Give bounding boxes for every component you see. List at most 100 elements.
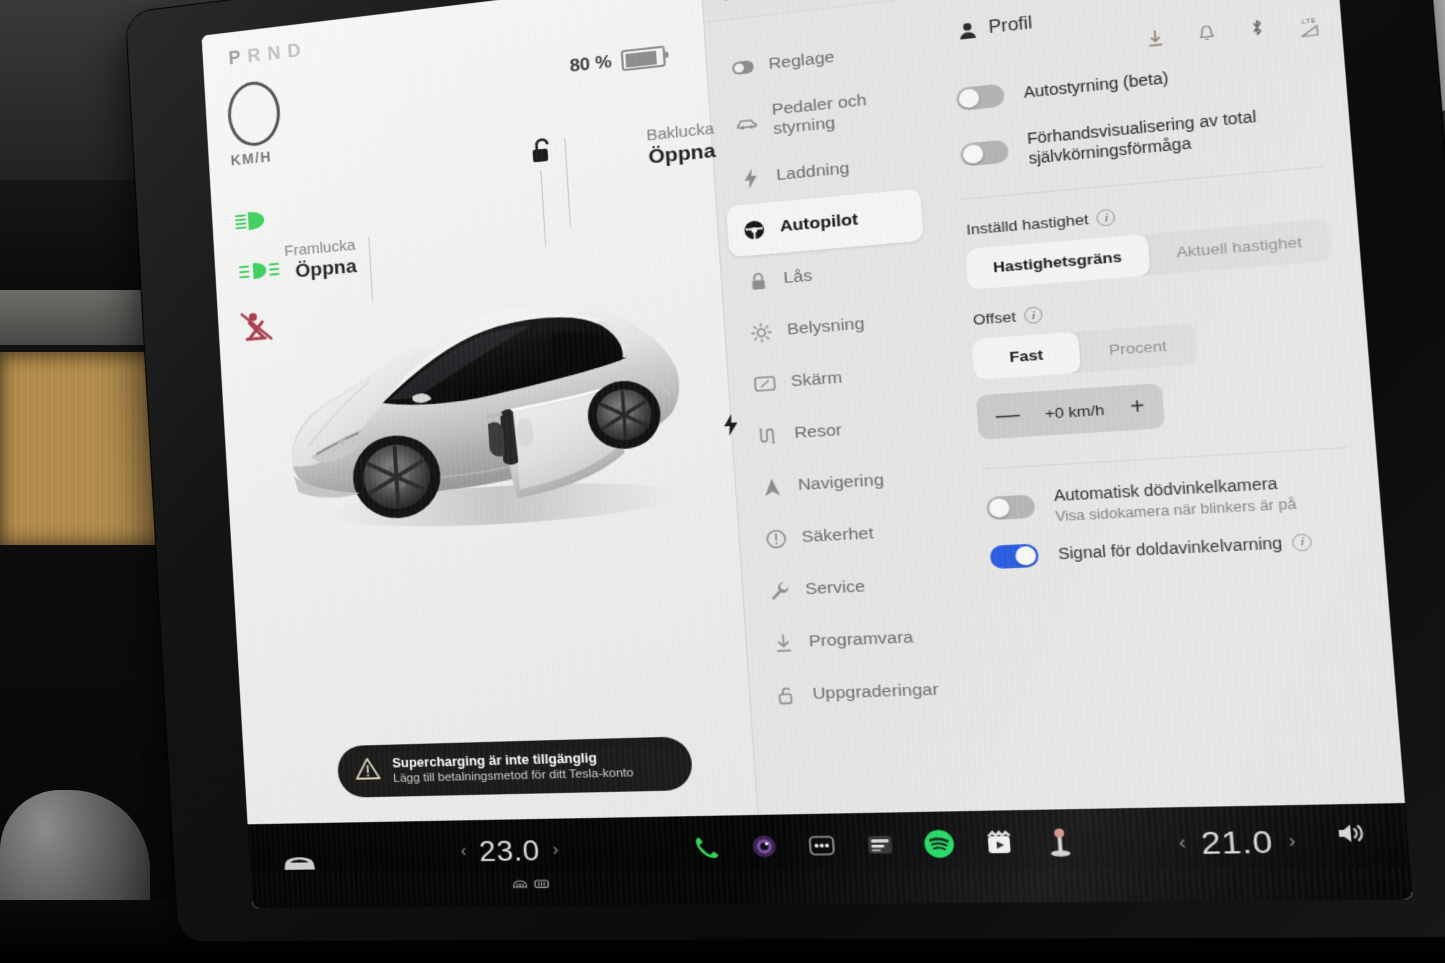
unlocked-padlock-icon[interactable] (722, 0, 739, 8)
steering-wheel-icon (743, 218, 766, 240)
front-defrost-icon[interactable] (512, 876, 529, 895)
sidebar-label: Lås (782, 266, 813, 288)
sidebar-label: Resor (793, 421, 843, 443)
offset-heading-row: Offset i (972, 284, 1335, 329)
center-touchscreen: PRND KM/H 80 % Framlucka Öppna Baklucka … (125, 0, 1445, 942)
speed-limit-option[interactable]: Hastighetsgräns (965, 234, 1151, 291)
set-speed-heading: Inställd hastighet (965, 211, 1090, 239)
sidebar-label: Laddning (775, 159, 851, 185)
temp-right-increase[interactable]: › (1288, 832, 1297, 853)
vehicle-visualization: Framlucka Öppna Baklucka Öppna (214, 120, 747, 673)
unlock-shop-icon (775, 685, 798, 706)
phone-icon[interactable] (692, 833, 723, 862)
section-divider-2 (981, 447, 1348, 470)
offset-fixed-option[interactable]: Fast (971, 331, 1082, 381)
temp-right-decrease[interactable]: ‹ (1178, 833, 1186, 854)
wrench-icon (768, 580, 791, 602)
media-radio-icon[interactable] (864, 830, 897, 859)
gear-p: P (228, 46, 249, 69)
sidebar-label: Navigering (797, 470, 885, 495)
bell-icon[interactable] (1198, 24, 1216, 48)
battery-percent-label: 80 % (568, 51, 613, 76)
supercharging-banner[interactable]: Supercharging är inte tillgänglig Lägg t… (336, 736, 694, 798)
driver-temperature-control[interactable]: ‹ 23.0 › (460, 834, 562, 897)
sidebar-label: Uppgraderingar (811, 680, 940, 704)
blindspot-camera-toggle[interactable] (985, 494, 1036, 521)
download-icon (772, 632, 795, 653)
offset-increase-button[interactable]: + (1129, 394, 1145, 421)
display-icon (754, 373, 777, 395)
volume-icon[interactable] (1335, 820, 1372, 852)
gear-rnd: RND (246, 39, 309, 67)
offset-segmented-control: Fast Procent (971, 323, 1199, 381)
warning-triangle-icon (353, 756, 382, 787)
toggle-icon (732, 56, 755, 78)
fsd-preview-label: Förhandsvisualisering av total självkörn… (1026, 107, 1258, 168)
sidebar-item-service[interactable]: Service (751, 557, 951, 618)
sun-icon (750, 321, 773, 343)
unlocked-padlock-icon (530, 136, 561, 248)
sidebar-item-sakerhet[interactable]: Säkerhet (747, 504, 947, 566)
route-icon (757, 424, 780, 446)
current-speed-option[interactable]: Aktuell hastighet (1147, 219, 1332, 276)
sidebar-label: Säkerhet (800, 524, 875, 547)
settings-panel: 23:40 19°C Profil (700, 0, 1405, 815)
download-icon[interactable] (1147, 30, 1165, 54)
blindspot-camera-toggle-row: Automatisk dödvinkelkamera Visa sidokame… (985, 469, 1352, 527)
temp-left-decrease[interactable]: ‹ (460, 842, 467, 861)
autosteer-label: Autostyrning (beta) (1022, 69, 1170, 102)
passenger-temperature-control[interactable]: ‹ 21.0 › (1178, 824, 1297, 863)
car-front-icon[interactable] (280, 852, 320, 878)
vehicle-render (284, 294, 686, 534)
sidebar-label: Pedaler och styrning (771, 91, 868, 139)
battery-icon (620, 45, 667, 72)
blindspot-warning-toggle[interactable] (989, 542, 1040, 569)
offset-value: +0 km/h (1044, 401, 1105, 422)
sidebar-label: Reglage (767, 48, 836, 74)
padlock-icon (747, 270, 770, 292)
offset-heading: Offset (972, 308, 1017, 329)
info-icon[interactable]: i (1096, 208, 1117, 228)
theater-video-icon[interactable] (982, 828, 1016, 858)
autosteer-toggle-row: Autostyrning (beta) (955, 51, 1317, 112)
screen-surface: PRND KM/H 80 % Framlucka Öppna Baklucka … (201, 0, 1413, 909)
bolt-icon (739, 167, 762, 189)
toybox-joystick-icon[interactable] (1043, 827, 1077, 857)
autosteer-toggle[interactable] (955, 83, 1006, 112)
rear-defrost-icon[interactable] (533, 876, 550, 895)
sidebar-item-uppgraderingar[interactable]: Uppgraderingar (758, 663, 959, 722)
sidebar-item-programvara[interactable]: Programvara (754, 610, 954, 670)
sidebar-label: Skärm (790, 368, 843, 391)
camera-icon[interactable] (749, 832, 781, 861)
blindspot-warning-toggle-row: Signal för doldavinkelvarning i (989, 527, 1355, 569)
passenger-temperature-value: 21.0 (1199, 824, 1275, 861)
trunk-callout[interactable]: Baklucka Öppna (564, 120, 716, 227)
lte-signal-icon[interactable]: LTE (1300, 18, 1319, 38)
info-icon[interactable]: i (1023, 306, 1044, 325)
clock-label[interactable]: 23:40 (761, 0, 808, 1)
sidebar-label: Programvara (808, 628, 914, 651)
battery-status: 80 % (568, 45, 667, 77)
autopilot-settings-content: PASSENGER AIRBAG Profil (916, 0, 1405, 811)
car-side-icon (736, 112, 759, 134)
sidebar-label: Belysning (786, 314, 866, 339)
person-icon (960, 22, 977, 40)
fsd-preview-toggle-row: Förhandsvisualisering av total självkörn… (959, 100, 1322, 175)
speed-readout-ring (226, 78, 282, 149)
offset-decrease-button[interactable]: — (995, 403, 1021, 430)
temp-left-increase[interactable]: › (552, 841, 559, 860)
screenshot-root: PRND KM/H 80 % Framlucka Öppna Baklucka … (0, 0, 1445, 963)
sidebar-label: Autopilot (779, 210, 859, 236)
alert-circle-icon (764, 528, 787, 550)
driver-temperature-value: 23.0 (478, 833, 541, 868)
spotify-icon[interactable] (923, 829, 956, 858)
more-dots-icon[interactable] (806, 831, 838, 860)
low-beam-headlight-icon (234, 207, 275, 235)
bluetooth-icon[interactable] (1249, 18, 1265, 43)
offset-stepper: — +0 km/h + (976, 383, 1166, 441)
fsd-preview-toggle[interactable] (959, 138, 1010, 167)
info-icon[interactable]: i (1291, 532, 1313, 552)
frunk-callout[interactable]: Framlucka Öppna (234, 236, 374, 301)
navigation-arrow-icon (761, 476, 784, 498)
offset-percent-option[interactable]: Procent (1078, 323, 1198, 373)
